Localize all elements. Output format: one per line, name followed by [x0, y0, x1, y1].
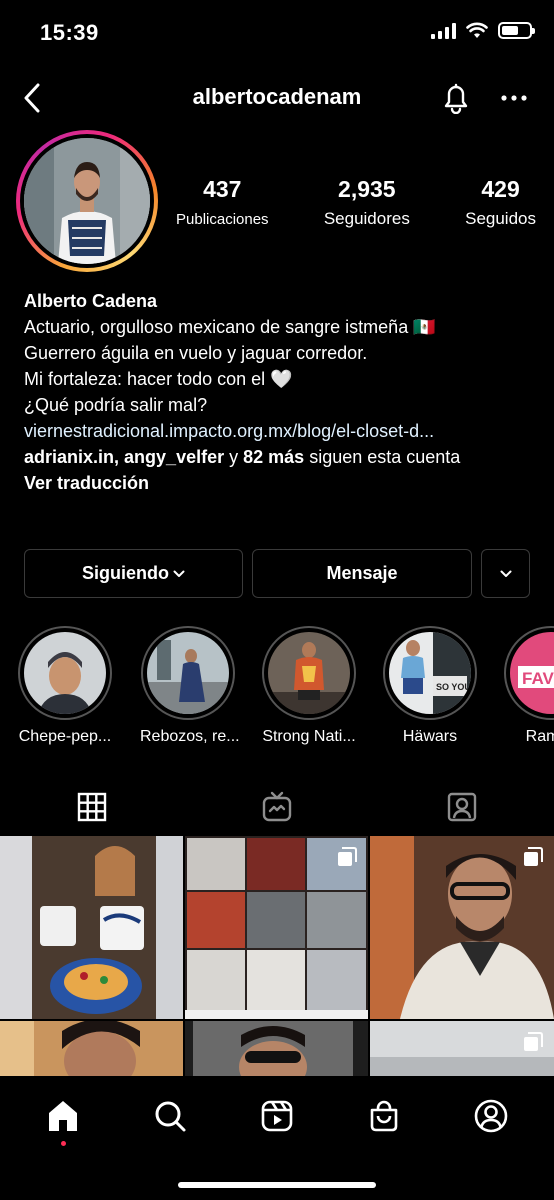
post-thumbnail[interactable]: [370, 1021, 554, 1076]
multiple-photos-icon: [338, 847, 357, 866]
nav-profile[interactable]: [469, 1094, 513, 1138]
battery-icon: [498, 22, 535, 39]
profile-stats: 437 Publicaciones 2,935 Seguidores 429 S…: [176, 176, 536, 229]
followed-by-user: angy_velfer: [124, 447, 225, 467]
grid-icon: [78, 792, 107, 822]
nav-shop[interactable]: [362, 1094, 406, 1138]
highlight-cover: SO YOU: [389, 632, 471, 714]
followed-by[interactable]: adrianix.in, angy_velfer y 82 más siguen…: [24, 444, 534, 470]
highlight-cover: [24, 632, 106, 714]
stat-posts[interactable]: 437 Publicaciones: [176, 176, 269, 229]
shop-icon: [370, 1100, 398, 1132]
message-button[interactable]: Mensaje: [252, 549, 472, 598]
chevron-down-icon: [500, 570, 511, 577]
highlight-item[interactable]: FAVO Ramito: [503, 626, 554, 746]
avatar-photo: [24, 138, 150, 264]
post-thumbnail[interactable]: [185, 1021, 368, 1076]
notifications-button[interactable]: [436, 78, 476, 118]
highlight-item[interactable]: SO YOU Häwars: [382, 626, 478, 746]
post-thumbnail[interactable]: [0, 1021, 183, 1076]
following-button[interactable]: Siguiendo: [24, 549, 243, 598]
bio-line: Actuario, orgulloso mexicano de sangre i…: [24, 317, 436, 337]
highlight-label: Strong Nati...: [262, 728, 356, 745]
bio-line: ¿Qué podría salir mal?: [24, 395, 208, 415]
multiple-photos-icon: [524, 1032, 543, 1051]
profile-name: Alberto Cadena: [24, 291, 158, 311]
post-thumbnail[interactable]: [185, 836, 368, 1019]
profile-icon: [474, 1099, 507, 1133]
bottom-navigation: [0, 1076, 554, 1200]
stat-value: 2,935: [338, 176, 396, 202]
highlight-item[interactable]: Strong Nati...: [261, 626, 357, 746]
highlight-tee-text: SO YOU: [436, 682, 471, 692]
wifi-icon: [466, 22, 488, 38]
post-thumbnail[interactable]: [0, 836, 183, 1019]
bio-link[interactable]: viernestradicional.impacto.org.mx/blog/e…: [24, 418, 534, 444]
bio-line: Mi fortaleza: hacer todo con el 🤍: [24, 369, 293, 389]
highlight-cover: [268, 632, 350, 714]
profile-header: albertocadenam: [0, 70, 554, 126]
stat-following[interactable]: 429 Seguidos: [465, 176, 536, 229]
nav-reels[interactable]: [255, 1094, 299, 1138]
more-horizontal-icon: [501, 95, 527, 101]
see-translation-link[interactable]: Ver traducción: [24, 470, 534, 496]
post-thumbnail[interactable]: [370, 836, 554, 1019]
followed-by-more: 82 más: [243, 447, 305, 467]
notification-dot: [60, 1141, 66, 1146]
igtv-icon: [262, 791, 292, 822]
followed-by-user: adrianix.in: [24, 447, 115, 467]
highlight-sign-text: FAVO: [522, 669, 554, 688]
profile-actions: Siguiendo Mensaje: [24, 549, 530, 598]
home-indicator[interactable]: [178, 1182, 376, 1188]
highlight-cover: FAVO: [510, 632, 554, 714]
following-label: Siguiendo: [82, 563, 169, 583]
status-bar: 15:39: [0, 0, 554, 66]
tab-igtv[interactable]: [185, 780, 370, 834]
highlight-cover: [147, 632, 229, 714]
suggested-accounts-button[interactable]: [481, 549, 530, 598]
status-icons: [431, 22, 535, 39]
bell-icon: [444, 83, 468, 114]
signal-icon: [431, 22, 456, 39]
stat-label: Publicaciones: [176, 211, 269, 228]
home-icon: [49, 1101, 78, 1131]
highlight-label: Chepe-pep...: [18, 728, 112, 745]
story-highlights: Chepe-pep... Rebozos, re... Strong Nati.…: [0, 626, 554, 750]
profile-tabs: [0, 780, 554, 834]
avatar-story-ring[interactable]: [16, 130, 158, 272]
stat-value: 437: [203, 176, 242, 202]
search-icon: [155, 1101, 186, 1132]
reels-icon: [261, 1100, 293, 1132]
highlight-item[interactable]: Chepe-pep...: [17, 626, 113, 746]
posts-grid: [0, 836, 554, 1076]
stat-label: Seguidos: [465, 209, 536, 228]
highlight-label: Häwars: [402, 728, 458, 745]
stat-label: Seguidores: [323, 209, 410, 228]
stat-value: 429: [481, 176, 520, 202]
nav-search[interactable]: [148, 1094, 192, 1138]
tab-posts-grid[interactable]: [0, 780, 185, 834]
nav-home[interactable]: [41, 1094, 85, 1146]
message-label: Mensaje: [326, 563, 398, 583]
highlight-label: Rebozos, re...: [140, 728, 240, 745]
highlight-item[interactable]: Rebozos, re...: [140, 626, 240, 746]
avatar: [24, 138, 150, 264]
profile-bio: Alberto Cadena Actuario, orgulloso mexic…: [24, 288, 534, 496]
bio-line: Guerrero águila en vuelo y jaguar corred…: [24, 343, 368, 363]
tab-tagged[interactable]: [369, 780, 554, 834]
stat-followers[interactable]: 2,935 Seguidores: [324, 176, 410, 229]
more-options-button[interactable]: [494, 78, 534, 118]
battery-level: [502, 26, 518, 35]
multiple-photos-icon: [524, 847, 543, 866]
status-time: 15:39: [40, 20, 99, 45]
highlight-label: Ramito: [525, 728, 554, 745]
chevron-down-icon: [173, 570, 185, 577]
tagged-icon: [447, 792, 476, 822]
